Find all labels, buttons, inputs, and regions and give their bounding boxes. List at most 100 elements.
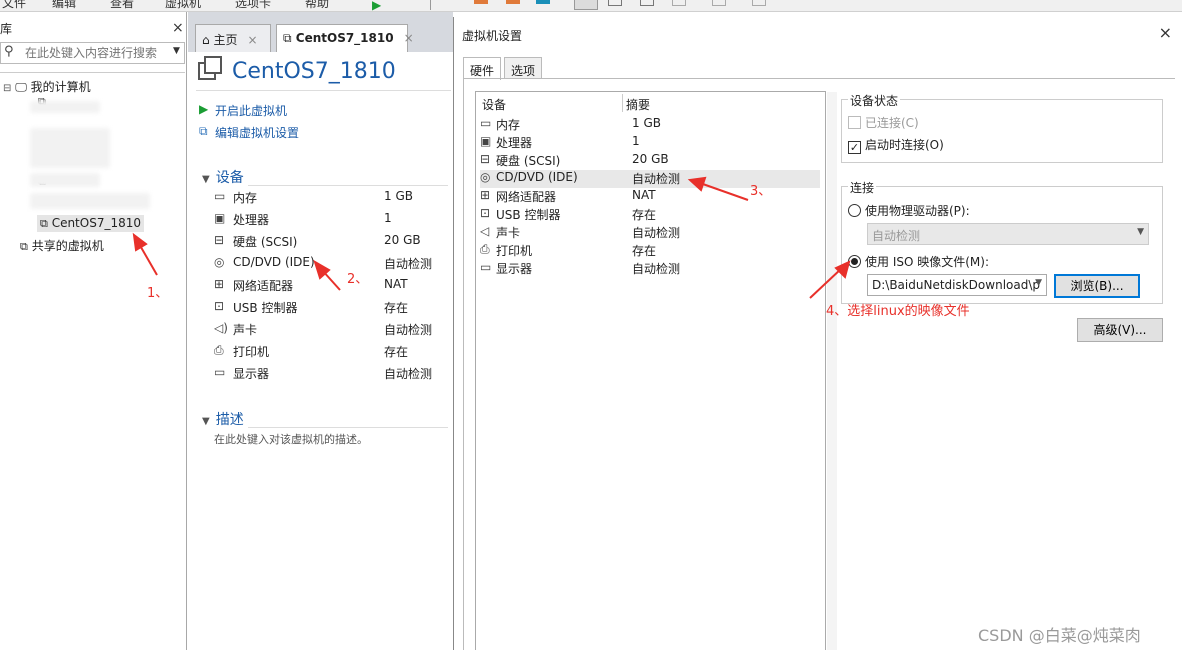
menu-vm[interactable]: 虚拟机	[165, 0, 201, 11]
list-item-summary: 自动检测	[632, 262, 681, 276]
close-icon[interactable]: ×	[404, 31, 414, 45]
dialog-body: 设备 摘要 ▭ 内存 1 GB ▣ 处理器 1 ⊟ 硬盘 (SCSI) 20 GB ◎ CD/…	[463, 78, 1175, 650]
device-row-hard-disk[interactable]: ⊟ 硬盘 (SCSI) 20 GB	[214, 233, 444, 251]
power-on-link[interactable]: ▶ 开启此虚拟机	[199, 102, 287, 119]
device-value: 1 GB	[384, 189, 413, 203]
description-placeholder[interactable]: 在此处键入对该虚拟机的描述。	[214, 431, 368, 447]
advanced-button[interactable]: 高级(V)...	[1077, 318, 1163, 342]
view-options-icon[interactable]	[752, 0, 766, 6]
checkbox-label: 启动时连接(O)	[865, 138, 944, 152]
physical-drive-select[interactable]: 自动检测 ▼	[867, 223, 1149, 245]
list-item[interactable]: ▭ 显示器 自动检测	[480, 260, 820, 278]
annotation-step-1: 1、	[147, 286, 169, 301]
menu-edit[interactable]: 编辑	[52, 0, 76, 11]
edit-vm-settings-link[interactable]: ⧉ 编辑虚拟机设置	[199, 124, 300, 141]
annotation-step-4: 4、选择linux的映像文件	[826, 304, 970, 319]
list-item[interactable]: ⊟ 硬盘 (SCSI) 20 GB	[480, 152, 820, 170]
chevron-down-icon: ▼	[1137, 227, 1144, 237]
snapshot-icon[interactable]	[474, 0, 488, 4]
blurred-vm-name	[30, 173, 100, 187]
list-item[interactable]: ⎙ 打印机 存在	[480, 242, 820, 260]
browse-button[interactable]: 浏览(B)...	[1054, 274, 1140, 298]
list-item-name: CD/DVD (IDE)	[496, 170, 578, 184]
device-row-network[interactable]: ⊞ 网络适配器 NAT	[214, 277, 444, 295]
fullscreen-icon[interactable]	[640, 0, 654, 6]
search-input[interactable]	[25, 45, 165, 61]
chevron-down-icon[interactable]: ▼	[173, 46, 180, 56]
use-iso-file-radio[interactable]: 使用 ISO 映像文件(M):	[848, 253, 989, 270]
list-item[interactable]: ▭ 内存 1 GB	[480, 116, 820, 134]
tab-hardware[interactable]: 硬件	[463, 57, 501, 80]
use-physical-drive-radio[interactable]: 使用物理驱动器(P):	[848, 202, 970, 219]
list-item-summary: NAT	[632, 188, 656, 202]
view-console-icon[interactable]	[608, 0, 622, 6]
library-tree: ⊟ 🖵 我的计算机 ⧉ ⧉ ⧉ ⧉ CentOS7_1810 ⧉ 共享的虚拟机	[0, 72, 185, 647]
device-row-processor[interactable]: ▣ 处理器 1	[214, 211, 444, 229]
expand-arrow-icon: ▼	[202, 174, 210, 185]
close-icon[interactable]: ×	[247, 33, 257, 47]
iso-path-combobox[interactable]: D:\BaiduNetdiskDownload\p ▼	[867, 274, 1047, 296]
connected-checkbox[interactable]: 已连接(C)	[848, 114, 919, 131]
power-on-toolbar-icon[interactable]: ▶	[372, 0, 386, 11]
list-item[interactable]: ◁ 声卡 自动检测	[480, 224, 820, 242]
menu-file[interactable]: 文件	[2, 0, 26, 11]
device-row-display[interactable]: ▭ 显示器 自动检测	[214, 365, 444, 383]
close-icon[interactable]: ×	[1159, 23, 1172, 42]
list-item[interactable]: ▣ 处理器 1	[480, 134, 820, 152]
tab-centos7[interactable]: ⧉ CentOS7_1810 ×	[276, 24, 414, 52]
edit-icon: ⧉	[199, 124, 208, 138]
list-item-summary: 1 GB	[632, 116, 661, 130]
divider	[196, 90, 451, 91]
device-row-usb[interactable]: ⊡ USB 控制器 存在	[214, 299, 444, 317]
section-label: 设备	[215, 170, 244, 186]
sound-card-icon: ◁)	[214, 321, 228, 335]
device-name: USB 控制器	[233, 301, 298, 315]
close-icon[interactable]: ×	[172, 20, 184, 36]
device-name: 网络适配器	[233, 279, 294, 293]
device-row-sound[interactable]: ◁) 声卡 自动检测	[214, 321, 444, 339]
menu-view[interactable]: 查看	[110, 0, 134, 11]
devices-section-header[interactable]: ▼ 设备	[202, 167, 244, 187]
shared-vm-icon: ⧉	[20, 240, 28, 253]
description-section-header[interactable]: ▼ 描述	[202, 409, 244, 429]
tab-options[interactable]: 选项	[504, 57, 542, 79]
manage-snapshots-icon[interactable]	[536, 0, 550, 4]
library-search[interactable]: ⚲ ▼	[0, 42, 185, 64]
column-header-device[interactable]: 设备	[482, 96, 506, 113]
column-separator[interactable]	[622, 94, 623, 112]
collapse-icon[interactable]: ⊟	[3, 83, 11, 94]
connect-at-power-on-checkbox[interactable]: ✓ 启动时连接(O)	[848, 136, 944, 154]
unity-icon[interactable]	[672, 0, 686, 6]
search-icon: ⚲	[4, 44, 14, 59]
device-row-memory[interactable]: ▭ 内存 1 GB	[214, 189, 444, 207]
action-label: 编辑虚拟机设置	[215, 126, 300, 140]
tree-node-my-computer[interactable]: ⊟ 🖵 我的计算机	[3, 78, 91, 95]
device-row-cd-dvd[interactable]: ◎ CD/DVD (IDE) 自动检测	[214, 255, 444, 273]
radio-off	[848, 204, 861, 217]
view-library-icon[interactable]	[574, 0, 598, 10]
scrollbar[interactable]	[827, 92, 837, 650]
device-name: 显示器	[233, 367, 270, 381]
tree-node-shared-vms[interactable]: ⧉ 共享的虚拟机	[20, 237, 104, 254]
list-item[interactable]: ⊡ USB 控制器 存在	[480, 206, 820, 224]
vm-summary-panel: ⌂ 主页 × ⧉ CentOS7_1810 × CentOS7_1810 ▶ 开启此虚…	[188, 12, 453, 650]
toolbar-icon[interactable]	[430, 0, 444, 10]
group-label: 连接	[848, 179, 877, 196]
section-label: 描述	[215, 412, 244, 428]
column-header-summary[interactable]: 摘要	[626, 96, 650, 113]
sound-card-icon: ◁	[480, 224, 490, 238]
menu-help[interactable]: 帮助	[305, 0, 329, 11]
tree-node-label: CentOS7_1810	[51, 216, 141, 230]
device-value: 20 GB	[384, 233, 421, 247]
divider	[248, 185, 448, 186]
device-row-printer[interactable]: ⎙ 打印机 存在	[214, 343, 444, 361]
menu-tabs[interactable]: 选项卡	[235, 0, 271, 11]
list-item-summary: 自动检测	[632, 226, 681, 240]
usb-controller-icon: ⊡	[480, 206, 491, 220]
radio-on	[848, 255, 861, 268]
tree-node-label: 我的计算机	[30, 80, 91, 94]
thumbnail-icon[interactable]	[712, 0, 726, 6]
revert-snapshot-icon[interactable]	[506, 0, 520, 4]
tree-node-centos7[interactable]: ⧉ CentOS7_1810	[37, 215, 144, 232]
tab-home[interactable]: ⌂ 主页 ×	[195, 24, 271, 52]
